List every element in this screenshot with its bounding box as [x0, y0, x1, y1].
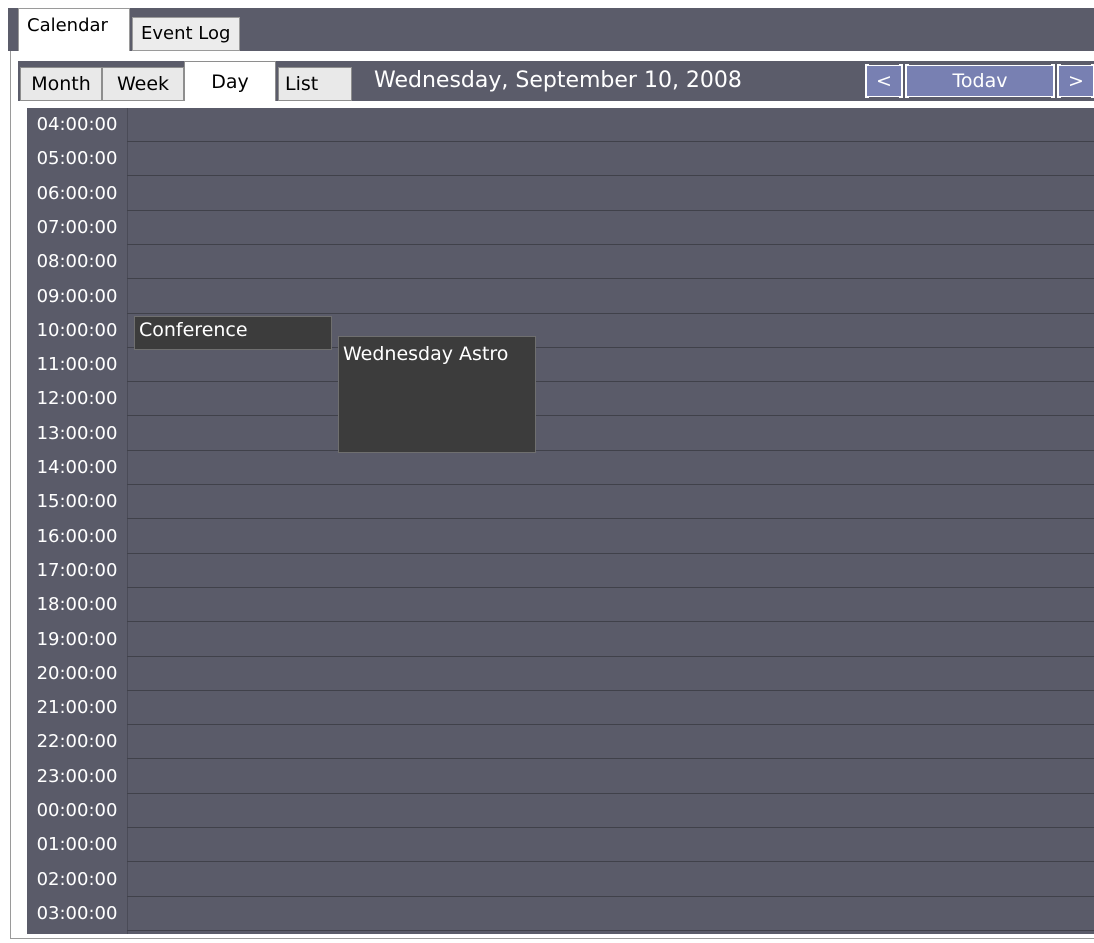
date-title: Wednesday, September 10, 2008: [374, 65, 872, 97]
tab-day[interactable]: Day: [184, 61, 276, 101]
next-button[interactable]: >: [1057, 64, 1094, 98]
hour-row[interactable]: 20:00:00: [27, 656, 1094, 691]
hour-label: 20:00:00: [27, 656, 127, 691]
hour-label: 03:00:00: [27, 896, 127, 931]
prev-button[interactable]: <: [865, 64, 903, 98]
today-button[interactable]: Todav: [905, 64, 1055, 98]
hour-row[interactable]: 00:00:00: [27, 794, 1094, 828]
tab-event-log[interactable]: Event Log: [132, 17, 240, 51]
tab-calendar[interactable]: Calendar: [18, 8, 130, 52]
hour-row[interactable]: 01:00:00: [27, 828, 1094, 863]
tab-bar: Calendar Event Log: [8, 8, 1094, 52]
hour-label: 23:00:00: [27, 759, 127, 794]
date-title-text: Wednesday, September 10, 2008: [374, 68, 742, 93]
event-conference[interactable]: Conference: [134, 316, 332, 350]
hour-row[interactable]: 11:00:00: [27, 348, 1094, 383]
hour-label: 05:00:00: [27, 142, 127, 177]
hour-label: 16:00:00: [27, 519, 127, 554]
hour-row[interactable]: 09:00:00: [27, 279, 1094, 314]
hour-row[interactable]: 21:00:00: [27, 691, 1094, 726]
day-grid: 04:00:00 05:00:00 06:00:00 07:00:00 08:00:00…: [27, 108, 1094, 934]
hour-row[interactable]: 05:00:00: [27, 142, 1094, 177]
hour-row[interactable]: 23:00:00: [27, 759, 1094, 794]
hour-row[interactable]: 14:00:00: [27, 451, 1094, 485]
tab-list[interactable]: List: [278, 67, 352, 101]
hour-label: 17:00:00: [27, 553, 127, 588]
hour-row[interactable]: 18:00:00: [27, 588, 1094, 623]
hour-label: 00:00:00: [27, 794, 127, 828]
hour-row[interactable]: 22:00:00: [27, 725, 1094, 760]
hour-row[interactable]: 04:00:00: [27, 108, 1094, 142]
hour-label: 08:00:00: [27, 245, 127, 280]
hour-label: 15:00:00: [27, 485, 127, 520]
hour-label: 04:00:00: [27, 108, 127, 142]
hour-row[interactable]: 06:00:00: [27, 176, 1094, 211]
hour-label: 06:00:00: [27, 176, 127, 211]
hour-row[interactable]: 16:00:00: [27, 519, 1094, 554]
hour-label: 19:00:00: [27, 622, 127, 657]
hour-row[interactable]: 15:00:00: [27, 485, 1094, 520]
hour-label: 12:00:00: [27, 382, 127, 417]
hour-label: 10:00:00: [27, 313, 127, 348]
tab-month[interactable]: Month: [20, 67, 102, 101]
hour-row[interactable]: 02:00:00: [27, 862, 1094, 897]
hour-label: 02:00:00: [27, 862, 127, 897]
hour-row[interactable]: 19:00:00: [27, 622, 1094, 657]
hour-label: 07:00:00: [27, 210, 127, 245]
hour-row[interactable]: 13:00:00: [27, 416, 1094, 451]
tab-week[interactable]: Week: [102, 67, 184, 101]
hour-row[interactable]: 12:00:00: [27, 382, 1094, 417]
hour-label: 22:00:00: [27, 725, 127, 760]
hour-label: 11:00:00: [27, 348, 127, 383]
hour-label: 18:00:00: [27, 588, 127, 623]
calendar-toolbar: Month Week Day List Wednesday, September…: [18, 61, 1094, 101]
hour-row[interactable]: 08:00:00: [27, 245, 1094, 280]
hour-label: 21:00:00: [27, 691, 127, 726]
hour-row[interactable]: 07:00:00: [27, 210, 1094, 245]
hour-label: 13:00:00: [27, 416, 127, 451]
hour-label: 01:00:00: [27, 828, 127, 863]
event-wednesday-astro[interactable]: Wednesday Astro: [338, 336, 536, 453]
hour-row[interactable]: 17:00:00: [27, 553, 1094, 588]
hour-label: 14:00:00: [27, 451, 127, 485]
hour-row[interactable]: 03:00:00: [27, 896, 1094, 931]
hour-label: 09:00:00: [27, 279, 127, 314]
